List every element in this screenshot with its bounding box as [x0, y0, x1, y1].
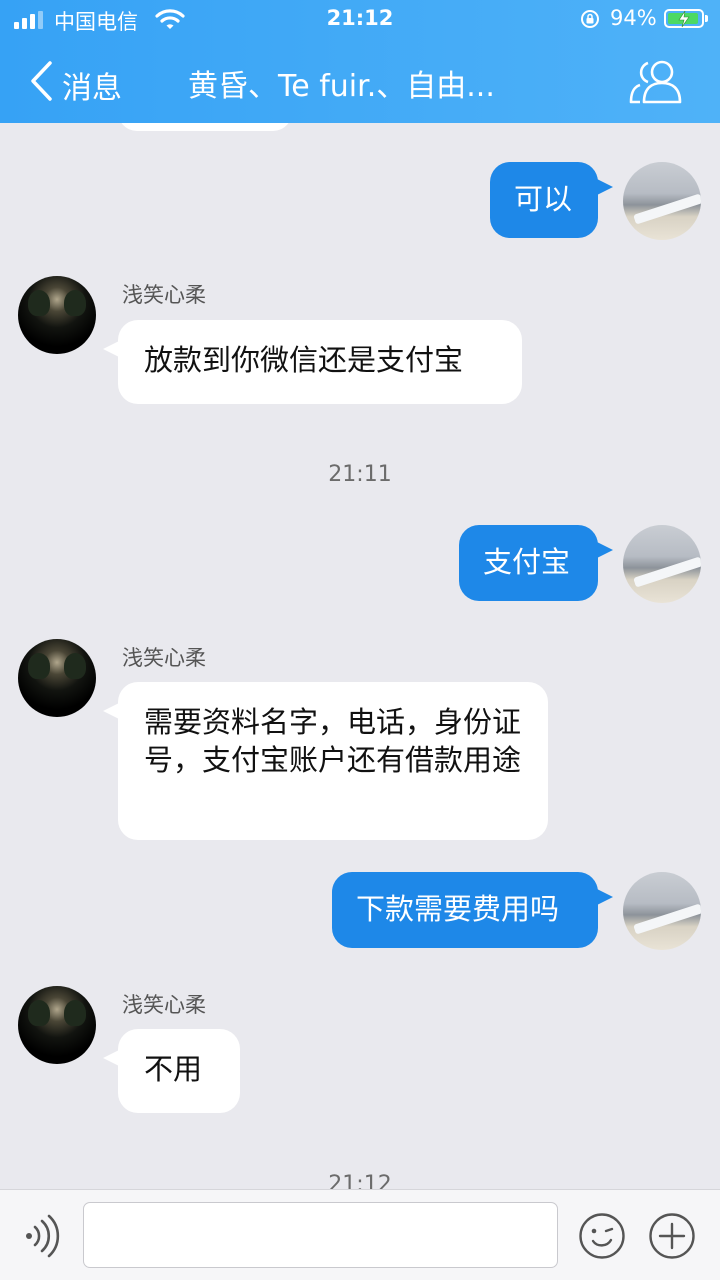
back-chevron-icon: [31, 61, 52, 101]
battery-tip: [705, 15, 708, 22]
outgoing-message-bubble[interactable]: 支付宝: [459, 525, 613, 601]
timestamp: 21:11: [328, 462, 392, 487]
sender-name: 浅笑心柔: [122, 283, 206, 307]
back-label: 消息: [62, 71, 122, 106]
plus-icon[interactable]: [648, 1212, 696, 1260]
input-bar: [0, 1189, 720, 1280]
incoming-message-bubble[interactable]: 需要资料名字，电话，身份证号，支付宝账户还有借款用途: [103, 682, 548, 840]
partial-message-bubble: [118, 123, 292, 131]
my-avatar[interactable]: [623, 872, 701, 950]
message-text: 下款需要费用吗: [356, 892, 560, 926]
message-text: 不用: [144, 1052, 203, 1086]
chat-title: 黄昏、Te fuir.、自由...: [188, 69, 495, 104]
status-bar: 中国电信 21:12 94%: [0, 0, 720, 40]
contact-avatar[interactable]: [18, 639, 96, 717]
message-text: 支付宝: [483, 545, 571, 579]
message-text: 可以: [514, 182, 573, 216]
charging-bolt-icon: [678, 10, 690, 28]
timestamp: 21:12: [328, 1172, 392, 1189]
group-members-icon[interactable]: [626, 58, 688, 104]
chat-header: 中国电信 21:12 94% 消息 黄昏、Te fuir.、自由...: [0, 0, 720, 123]
sender-name: 浅笑心柔: [122, 993, 206, 1017]
incoming-message-bubble[interactable]: 不用: [103, 1029, 240, 1113]
outgoing-message-bubble[interactable]: 下款需要费用吗: [332, 872, 613, 948]
nav-bar: 消息 黄昏、Te fuir.、自由...: [0, 40, 720, 123]
emoji-icon[interactable]: [578, 1212, 626, 1260]
message-text: 需要资料名字，电话，身份证号，支付宝账户还有借款用途: [144, 705, 522, 777]
rotation-lock-icon: [581, 10, 599, 28]
sender-name: 浅笑心柔: [122, 646, 206, 670]
contact-avatar[interactable]: [18, 986, 96, 1064]
my-avatar[interactable]: [623, 525, 701, 603]
outgoing-message-bubble[interactable]: 可以: [490, 162, 613, 238]
battery-percent: 94%: [610, 6, 657, 30]
my-avatar[interactable]: [623, 162, 701, 240]
message-input[interactable]: [83, 1202, 558, 1268]
message-list[interactable]: 可以 浅笑心柔 放款到你微信还是支付宝 21:11 支付宝 浅笑心柔 需要资料名…: [0, 123, 720, 1189]
contact-avatar[interactable]: [18, 276, 96, 354]
battery-charging-icon: [664, 9, 704, 28]
incoming-message-bubble[interactable]: 放款到你微信还是支付宝: [103, 320, 522, 404]
message-text: 放款到你微信还是支付宝: [144, 343, 464, 377]
voice-icon[interactable]: [22, 1214, 62, 1258]
